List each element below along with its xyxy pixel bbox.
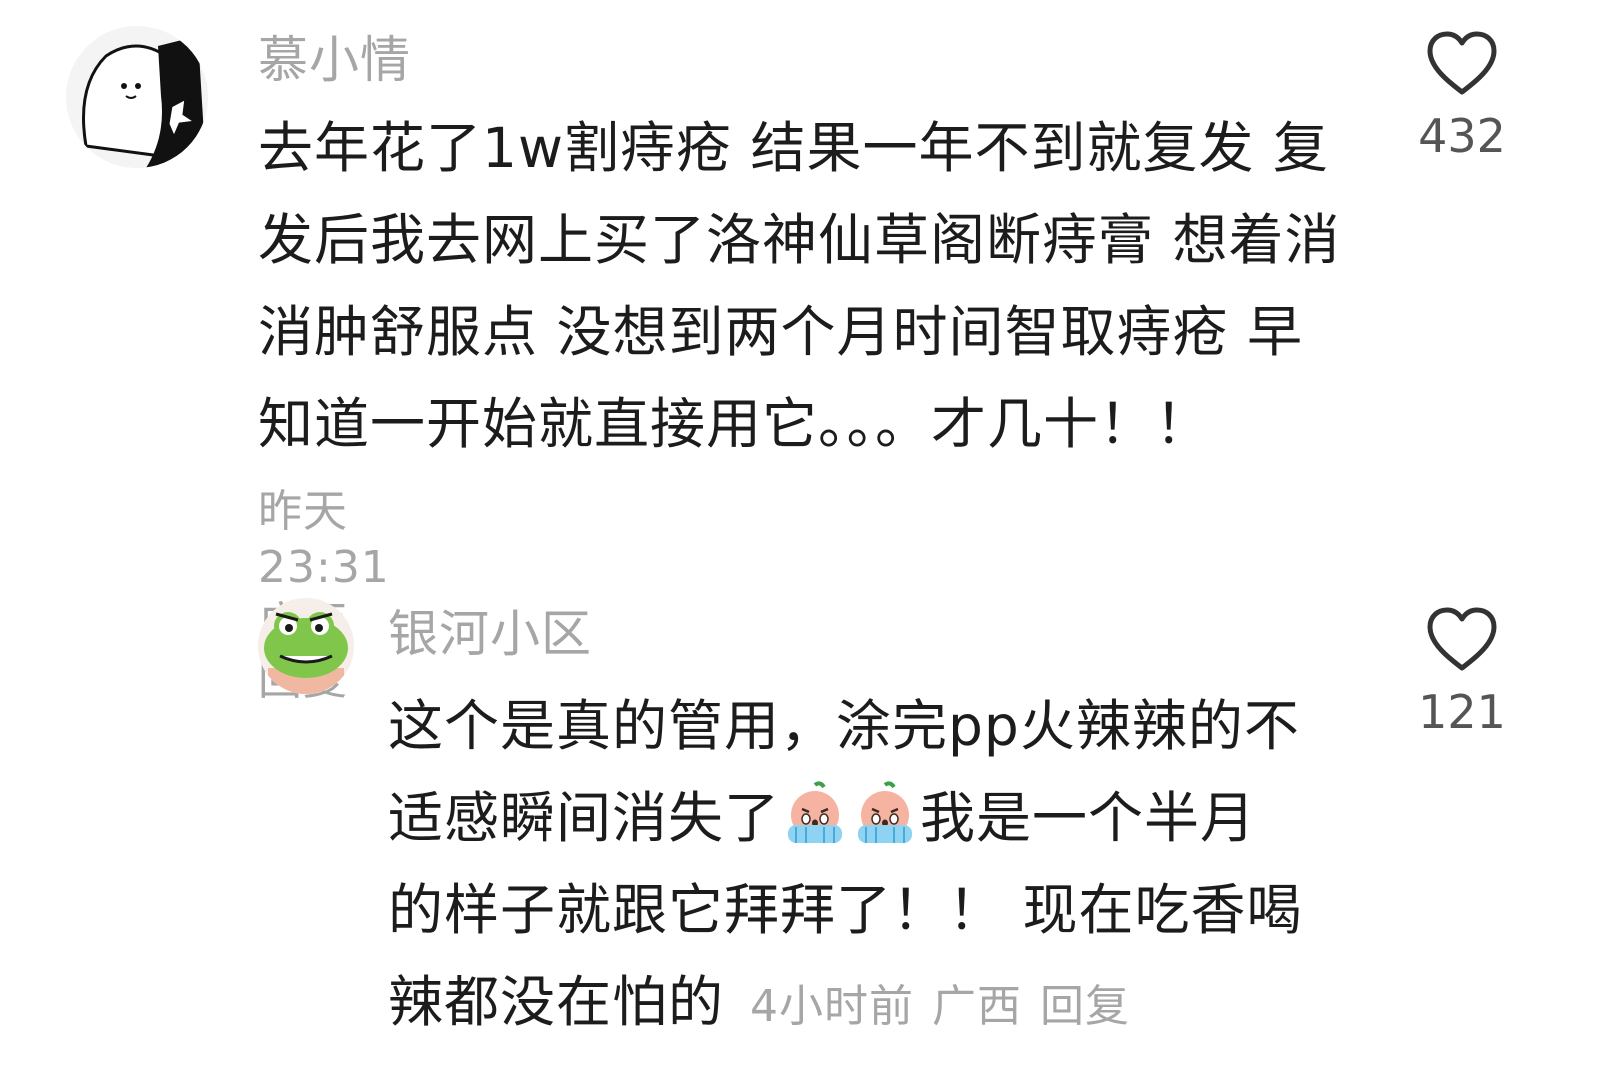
comment-text: 去年花了1w割痔疮 结果一年不到就复发 复 发后我去网上买了洛神仙草阁断痔膏 想…	[258, 102, 1340, 470]
comment-text-line: 消肿舒服点 没想到两个月时间智取痔疮 早	[258, 300, 1303, 364]
username[interactable]: 慕小情	[258, 30, 411, 90]
reply-button[interactable]: 回复	[1040, 981, 1130, 1032]
comment-text-line: 适感瞬间消失了 我是一个半月	[388, 772, 1302, 864]
heart-icon	[1427, 31, 1497, 95]
comment-meta: 4小时前 广西 回复	[750, 981, 1148, 1032]
comment-text-line: 发后我去网上买了洛神仙草阁断痔膏 想着消	[258, 208, 1341, 272]
like-count: 432	[1418, 109, 1506, 163]
comment-text-segment: 我是一个半月	[920, 786, 1257, 850]
comment-text-line: 去年花了1w割痔疮 结果一年不到就复发 复	[258, 116, 1329, 180]
username[interactable]: 银河小区	[388, 604, 592, 664]
heart-icon	[1427, 607, 1497, 671]
like-count: 121	[1418, 685, 1506, 739]
like-button[interactable]: 121	[1402, 606, 1522, 740]
avatar[interactable]	[66, 26, 208, 168]
comment-text-line: 辣都没在怕的 4小时前 广西 回复	[388, 956, 1302, 1053]
like-button[interactable]: 432	[1402, 30, 1522, 164]
comment-text-segment: 辣都没在怕的	[388, 970, 725, 1034]
crying-peach-emoji	[782, 781, 848, 847]
crying-peach-emoji	[852, 781, 918, 847]
comment-text-segment: 适感瞬间消失了	[388, 786, 781, 850]
location: 广西	[932, 981, 1023, 1032]
timestamp: 昨天 23:31	[258, 486, 390, 593]
comment-text: 这个是真的管用，涂完pp火辣辣的不 适感瞬间消失了 我是一个半月 的样子就跟它拜…	[388, 680, 1302, 1053]
comment-text-line: 的样子就跟它拜拜了！！ 现在吃香喝	[388, 878, 1303, 942]
comment-text-line: 知道一开始就直接用它。。。才几十！！	[258, 392, 1212, 456]
avatar[interactable]	[258, 598, 354, 694]
comment-text-line: 这个是真的管用，涂完pp火辣辣的不	[388, 694, 1300, 758]
timestamp: 4小时前	[750, 981, 915, 1032]
